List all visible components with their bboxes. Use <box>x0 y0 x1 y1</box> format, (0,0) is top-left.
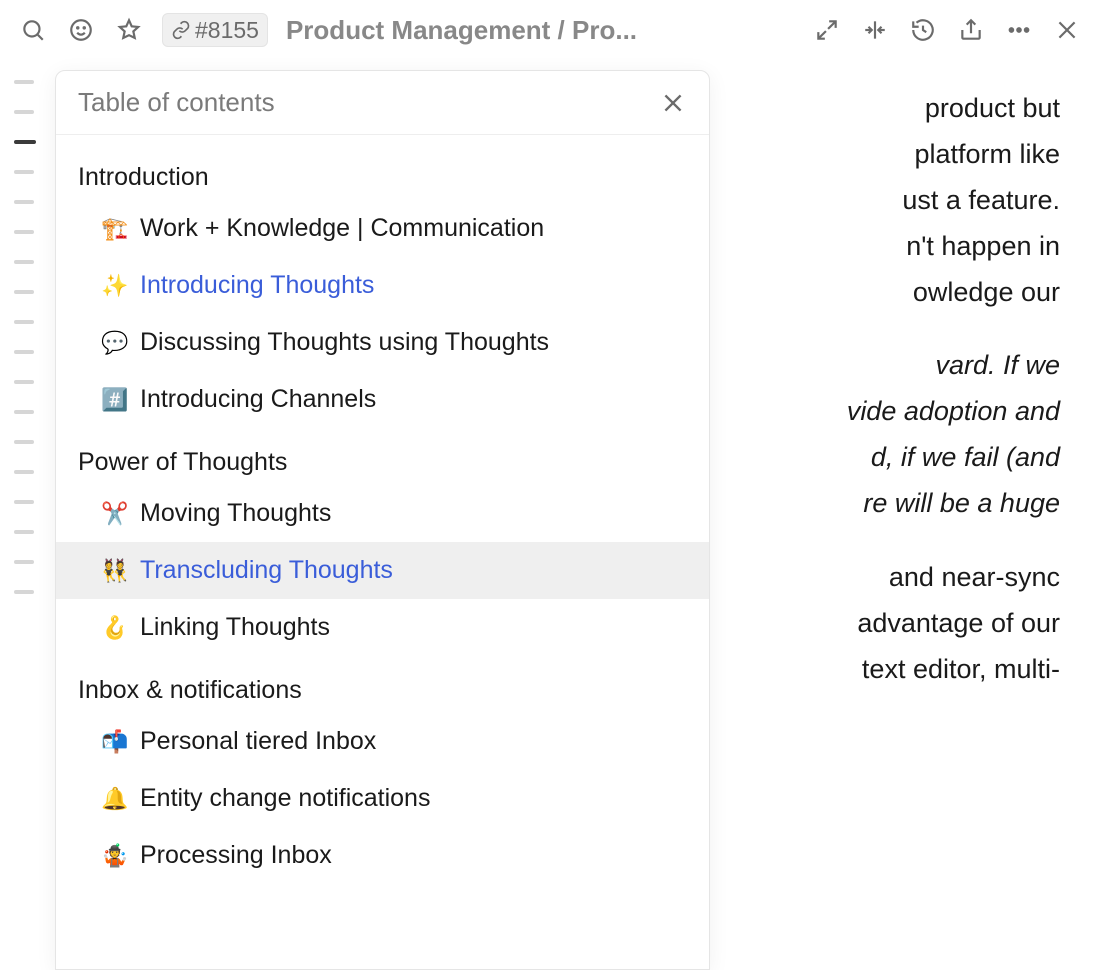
toc-item[interactable]: 🔔 Entity change notifications <box>56 770 709 827</box>
outline-tick[interactable] <box>14 230 34 234</box>
toc-title: Table of contents <box>78 87 275 118</box>
outline-tick[interactable] <box>14 140 36 144</box>
toc-item-emoji-icon: 🪝 <box>100 615 130 641</box>
toc-item-label: Personal tiered Inbox <box>140 727 376 756</box>
outline-tick[interactable] <box>14 260 34 264</box>
doc-text-fragment: platform like <box>914 139 1060 169</box>
toc-item[interactable]: ✂️ Moving Thoughts <box>56 485 709 542</box>
toc-item-emoji-icon: ✨ <box>100 273 130 299</box>
toc-item-emoji-icon: 🔔 <box>100 786 130 812</box>
close-icon[interactable] <box>1052 15 1082 45</box>
outline-tick[interactable] <box>14 470 34 474</box>
toc-item[interactable]: 🏗️ Work + Knowledge | Communication <box>56 200 709 257</box>
reference-chip-label: #8155 <box>195 17 259 44</box>
toc-item-emoji-icon: ✂️ <box>100 501 130 527</box>
doc-text-fragment: product but <box>925 93 1060 123</box>
doc-text-fragment: advantage of our <box>857 608 1060 638</box>
star-icon[interactable] <box>114 15 144 45</box>
toc-item-label: Linking Thoughts <box>140 613 330 642</box>
top-toolbar: #8155 Product Management / Pro... <box>0 0 1100 56</box>
share-icon[interactable] <box>956 15 986 45</box>
toc-section-label[interactable]: Introduction <box>56 143 709 200</box>
toc-section-label[interactable]: Inbox & notifications <box>56 656 709 713</box>
toc-item[interactable]: 🤹 Processing Inbox <box>56 827 709 884</box>
toc-item-emoji-icon: 👯 <box>100 558 130 584</box>
doc-text-fragment: owledge our <box>913 277 1060 307</box>
outline-tick[interactable] <box>14 350 34 354</box>
doc-text-fragment: d, if we fail (and <box>871 442 1060 472</box>
search-icon[interactable] <box>18 15 48 45</box>
doc-text-fragment: vard. If we <box>935 350 1060 380</box>
toc-item[interactable]: 👯 Transcluding Thoughts <box>56 542 709 599</box>
doc-text-fragment: text editor, multi- <box>862 654 1060 684</box>
toc-item[interactable]: ✨ Introducing Thoughts <box>56 257 709 314</box>
toc-item-label: Discussing Thoughts using Thoughts <box>140 328 549 357</box>
toc-item-label: Moving Thoughts <box>140 499 331 528</box>
toc-close-button[interactable] <box>659 89 687 117</box>
toc-item-emoji-icon: #️⃣ <box>100 387 130 413</box>
reference-chip[interactable]: #8155 <box>162 13 268 47</box>
toc-item-label: Work + Knowledge | Communication <box>140 214 544 243</box>
toc-item[interactable]: #️⃣ Introducing Channels <box>56 371 709 428</box>
toc-item[interactable]: 📬 Personal tiered Inbox <box>56 713 709 770</box>
toc-item[interactable]: 💬 Discussing Thoughts using Thoughts <box>56 314 709 371</box>
outline-tick[interactable] <box>14 440 34 444</box>
outline-tick[interactable] <box>14 170 34 174</box>
outline-tick[interactable] <box>14 500 34 504</box>
toc-section-label[interactable]: Power of Thoughts <box>56 428 709 485</box>
outline-tick[interactable] <box>14 290 34 294</box>
toc-panel: Table of contents Introduction 🏗️ Work + K… <box>55 70 710 970</box>
doc-text-fragment: and near-sync <box>889 562 1060 592</box>
more-icon[interactable] <box>1004 15 1034 45</box>
toc-header: Table of contents <box>56 71 709 135</box>
history-icon[interactable] <box>908 15 938 45</box>
toc-item-label: Introducing Channels <box>140 385 376 414</box>
breadcrumb[interactable]: Product Management / Pro... <box>286 15 637 46</box>
doc-text-fragment: n't happen in <box>906 231 1060 261</box>
toc-item-emoji-icon: 🏗️ <box>100 216 130 242</box>
doc-text-fragment: ust a feature. <box>902 185 1060 215</box>
toc-item-label: Transcluding Thoughts <box>140 556 393 585</box>
toc-item-emoji-icon: 💬 <box>100 330 130 356</box>
outline-tick[interactable] <box>14 110 34 114</box>
doc-text-fragment: re will be a huge <box>863 488 1060 518</box>
outline-tick[interactable] <box>14 380 34 384</box>
outline-tick[interactable] <box>14 560 34 564</box>
outline-mini-map[interactable] <box>14 80 36 594</box>
outline-tick[interactable] <box>14 200 34 204</box>
emoji-icon[interactable] <box>66 15 96 45</box>
doc-text-fragment: vide adoption and <box>847 396 1060 426</box>
outline-tick[interactable] <box>14 410 34 414</box>
toc-item[interactable]: 🪝 Linking Thoughts <box>56 599 709 656</box>
toc-body: Introduction 🏗️ Work + Knowledge | Communi… <box>56 135 709 969</box>
toc-item-label: Introducing Thoughts <box>140 271 374 300</box>
collapse-horizontal-icon[interactable] <box>860 15 890 45</box>
outline-tick[interactable] <box>14 320 34 324</box>
toc-item-emoji-icon: 📬 <box>100 729 130 755</box>
outline-tick[interactable] <box>14 80 34 84</box>
expand-icon[interactable] <box>812 15 842 45</box>
outline-tick[interactable] <box>14 590 34 594</box>
toc-item-label: Processing Inbox <box>140 841 332 870</box>
link-icon <box>171 20 191 40</box>
toc-item-emoji-icon: 🤹 <box>100 843 130 869</box>
outline-tick[interactable] <box>14 530 34 534</box>
toc-item-label: Entity change notifications <box>140 784 430 813</box>
